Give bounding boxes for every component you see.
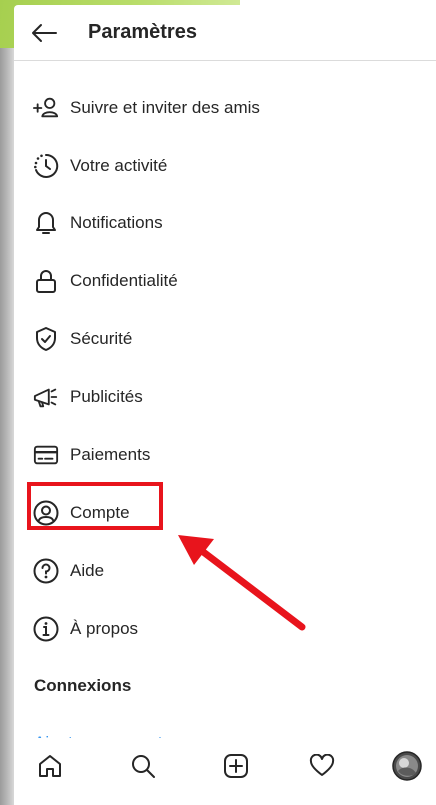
- nav-home-button[interactable]: [30, 746, 70, 786]
- search-icon: [132, 755, 155, 778]
- annotation-arrow: [178, 535, 306, 631]
- new-post-icon: [224, 754, 248, 778]
- nav-new-post-button[interactable]: [216, 746, 256, 786]
- nav-profile-button[interactable]: [387, 746, 427, 786]
- activity-heart-icon: [309, 754, 335, 776]
- home-icon: [39, 755, 61, 777]
- profile-avatar: [392, 751, 422, 781]
- nav-activity-button[interactable]: [302, 746, 342, 786]
- settings-screen: Paramètres Suivre et inviter des amis Vo…: [14, 5, 436, 805]
- bottom-navigation: [14, 738, 436, 805]
- window-frame-edge: [0, 48, 14, 805]
- nav-search-button[interactable]: [123, 746, 163, 786]
